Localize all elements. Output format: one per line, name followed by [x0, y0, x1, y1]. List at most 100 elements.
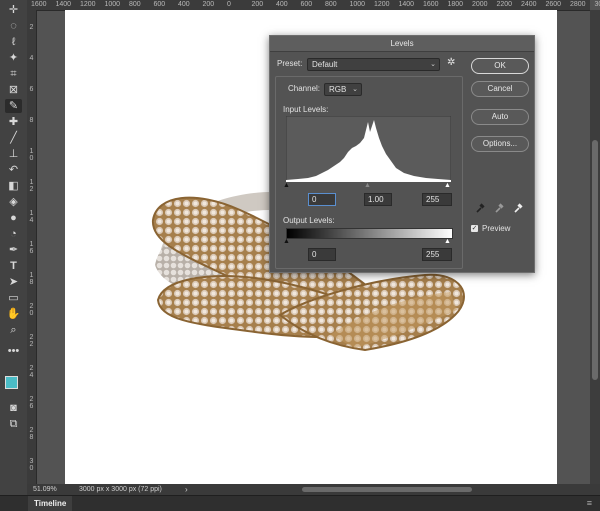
frame-icon[interactable]: ⊠	[5, 83, 22, 97]
zoom-level[interactable]: 51.09%	[33, 484, 57, 495]
zoom-icon[interactable]: ⌕	[5, 323, 22, 337]
path-select-icon[interactable]: ➤	[5, 275, 22, 289]
healing-icon[interactable]: ✚	[5, 115, 22, 129]
ruler-tick-label: 26	[28, 396, 35, 410]
preview-checkbox[interactable]: ✓	[471, 225, 478, 232]
levels-dialog: Levels Preset: Default ⌄ ✲ Channel: RGB …	[269, 35, 535, 273]
quick-mask-icon[interactable]: ◙	[5, 401, 22, 415]
input-gamma-field[interactable]: 1.00	[364, 193, 392, 206]
ruler-tick-label: 1400	[399, 0, 415, 9]
lasso-icon[interactable]: ℓ	[5, 35, 22, 49]
ruler-tick-label: 24	[28, 365, 35, 379]
input-black-slider-icon[interactable]: ▲	[283, 182, 290, 189]
preset-dropdown[interactable]: Default ⌄	[307, 58, 440, 71]
dialog-title[interactable]: Levels	[270, 36, 534, 52]
panel-menu-icon[interactable]: ≡	[587, 498, 592, 508]
input-levels-label: Input Levels:	[283, 105, 328, 115]
marquee-icon[interactable]: ◌	[5, 19, 22, 33]
status-chevron-icon[interactable]: ›	[185, 484, 188, 495]
vertical-scroll-thumb[interactable]	[592, 140, 598, 380]
timeline-tab[interactable]: Timeline	[28, 496, 72, 511]
ruler-tick-label: 22	[28, 334, 35, 348]
horizontal-scroll-thumb[interactable]	[302, 487, 472, 492]
eyedropper-icon[interactable]: ✎	[5, 99, 22, 113]
chevron-down-icon: ⌄	[352, 84, 358, 95]
more-icon[interactable]: •••	[5, 344, 22, 358]
ruler-tick-label: 0	[227, 0, 231, 9]
histogram	[286, 116, 451, 182]
ruler-tick-label: 2000	[472, 0, 488, 9]
ruler-tick-label: 18	[28, 272, 35, 286]
preset-value: Default	[312, 60, 337, 69]
vertical-ruler: 24681012141618202224262830	[27, 10, 37, 485]
pen-icon[interactable]: ✒	[5, 243, 22, 257]
ruler-tick-label: 1000	[350, 0, 366, 9]
ruler-tick-label: 28	[28, 427, 35, 441]
foreground-color-swatch[interactable]	[5, 376, 18, 389]
magic-wand-icon[interactable]: ✦	[5, 51, 22, 65]
ruler-tick-label: 800	[325, 0, 337, 9]
input-slider-track[interactable]: ▲ ▲ ▲	[286, 182, 451, 188]
gear-icon[interactable]: ✲	[447, 58, 455, 68]
ruler-tick-label: 600	[301, 0, 313, 9]
ruler-tick-label: 1800	[448, 0, 464, 9]
ok-button[interactable]: OK	[471, 58, 529, 74]
options-button[interactable]: Options...	[471, 136, 529, 152]
ruler-tick-label: 10	[28, 148, 35, 162]
channel-label: Channel:	[288, 84, 320, 94]
eraser-icon[interactable]: ◧	[5, 179, 22, 193]
black-point-eyedropper-icon[interactable]	[475, 202, 485, 213]
chevron-down-icon: ⌄	[430, 59, 436, 70]
output-black-field[interactable]: 0	[308, 248, 336, 261]
preset-label: Preset:	[277, 59, 302, 69]
ruler-tick-label: 1600	[423, 0, 439, 9]
brush-icon[interactable]: ╱	[5, 131, 22, 145]
ruler-tick-label: 400	[276, 0, 288, 9]
gray-point-eyedropper-icon[interactable]	[494, 202, 504, 213]
input-black-field[interactable]: 0	[308, 193, 336, 206]
ruler-tick-label: 3000	[595, 0, 600, 9]
ruler-tick-label: 2400	[521, 0, 537, 9]
output-black-slider-icon[interactable]: ▲	[283, 238, 290, 245]
ruler-tick-label: 2600	[546, 0, 562, 9]
output-white-field[interactable]: 255	[422, 248, 452, 261]
timeline-panel: Timeline ≡	[0, 495, 600, 511]
tools-panel: ✛ ◌ ℓ ✦ ⌗ ⊠ ✎ ✚ ╱ ⊥ ↶ ◧ ◈ ● ◔ ✒ T ➤ ▭ ✋ …	[0, 0, 28, 495]
preview-label: Preview	[482, 224, 510, 234]
output-slider-track[interactable]: ▲ ▲	[286, 238, 451, 244]
input-white-field[interactable]: 255	[422, 193, 452, 206]
ruler-tick-label: 200	[203, 0, 215, 9]
output-white-slider-icon[interactable]: ▲	[444, 238, 451, 245]
ruler-tick-label: 14	[28, 210, 35, 224]
channel-value: RGB	[329, 85, 346, 94]
input-gamma-slider-icon[interactable]: ▲	[364, 182, 371, 189]
history-brush-icon[interactable]: ↶	[5, 163, 22, 177]
screen-mode-icon[interactable]: ⧉	[5, 417, 22, 431]
blur-icon[interactable]: ●	[5, 211, 22, 225]
gradient-icon[interactable]: ◈	[5, 195, 22, 209]
ruler-tick-label: 1000	[105, 0, 121, 9]
ruler-tick-label: 30	[28, 458, 35, 472]
crop-icon[interactable]: ⌗	[5, 67, 22, 81]
input-white-slider-icon[interactable]: ▲	[444, 182, 451, 189]
ruler-tick-label: 1400	[56, 0, 72, 9]
stamp-icon[interactable]: ⊥	[5, 147, 22, 161]
ruler-tick-label: 16	[28, 241, 35, 255]
ruler-tick-label: 200	[252, 0, 264, 9]
white-point-eyedropper-icon[interactable]	[513, 202, 523, 213]
move-icon[interactable]: ✛	[5, 3, 22, 17]
cancel-button[interactable]: Cancel	[471, 81, 529, 97]
ruler-tick-label: 8	[28, 117, 35, 124]
channel-dropdown[interactable]: RGB ⌄	[324, 83, 362, 96]
document-info: 3000 px x 3000 px (72 ppi)	[79, 484, 162, 495]
dodge-icon[interactable]: ◔	[5, 227, 22, 241]
ruler-tick-label: 2200	[497, 0, 513, 9]
rectangle-icon[interactable]: ▭	[5, 291, 22, 305]
hand-icon[interactable]: ✋	[5, 307, 22, 321]
type-icon[interactable]: T	[5, 259, 22, 273]
ruler-tick-label: 1200	[80, 0, 96, 9]
auto-button[interactable]: Auto	[471, 109, 529, 125]
ruler-tick-label: 400	[178, 0, 190, 9]
ruler-tick-label: 1200	[374, 0, 390, 9]
ruler-tick-label: 20	[28, 303, 35, 317]
